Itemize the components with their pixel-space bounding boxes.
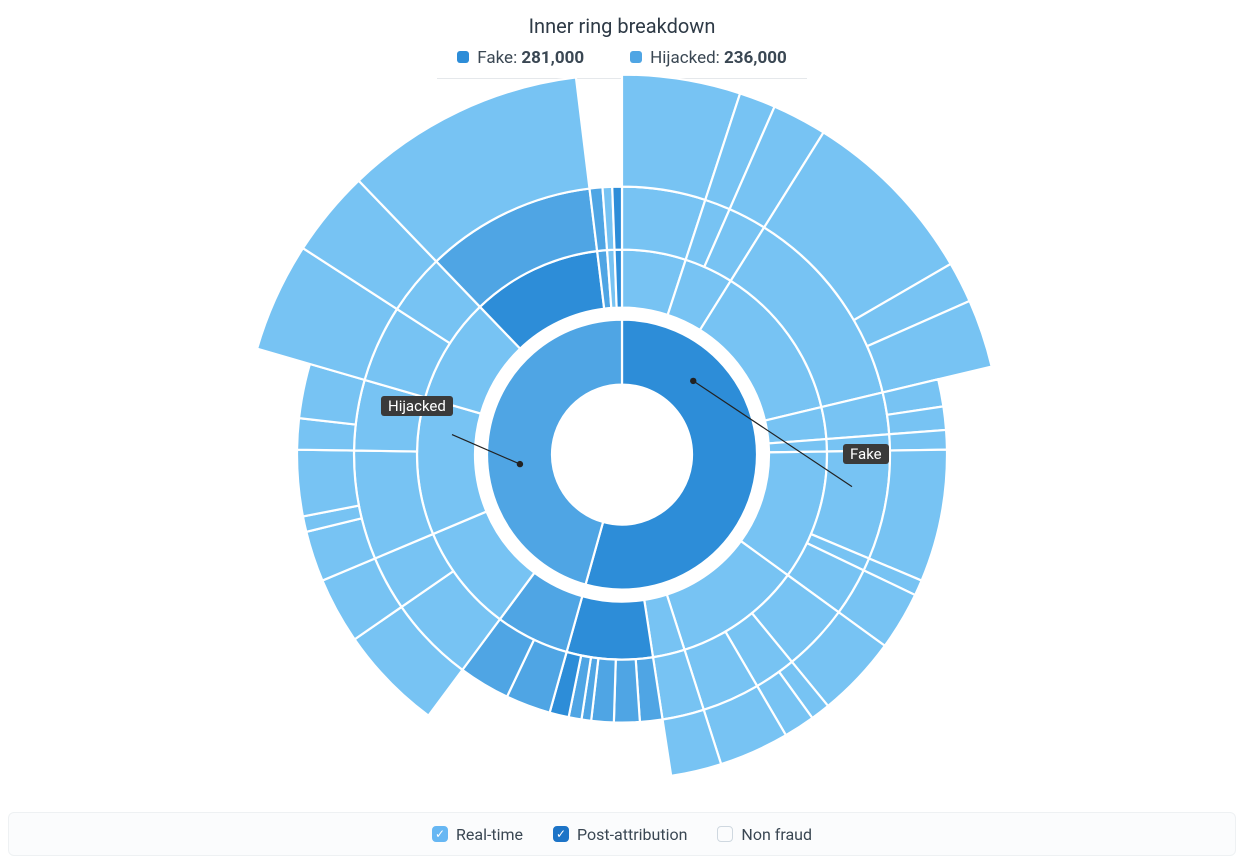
checkbox-icon <box>717 826 733 842</box>
filter-post-attribution[interactable]: ✓ Post-attribution <box>553 825 687 844</box>
sunburst-segment[interactable] <box>417 397 486 534</box>
sunburst-segment[interactable] <box>297 450 359 517</box>
filter-realtime[interactable]: ✓ Real-time <box>432 825 523 844</box>
filter-nonfraud-label: Non fraud <box>741 825 812 844</box>
filter-bar: ✓ Real-time ✓ Post-attribution Non fraud <box>8 812 1236 856</box>
filter-non-fraud[interactable]: Non fraud <box>717 825 812 844</box>
checkbox-icon: ✓ <box>553 826 569 842</box>
callout-dot <box>690 378 696 384</box>
chart-title: Inner ring breakdown <box>0 0 1244 38</box>
filter-realtime-label: Real-time <box>456 825 523 844</box>
sunburst-chart[interactable] <box>212 45 1032 865</box>
sunburst-segment[interactable] <box>614 659 640 722</box>
filter-postattr-label: Post-attribution <box>577 825 687 844</box>
callout-dot <box>517 461 523 467</box>
checkbox-icon: ✓ <box>432 826 448 842</box>
sunburst-segment[interactable] <box>889 430 947 451</box>
sunburst-segment[interactable] <box>612 187 622 250</box>
sunburst-segment[interactable] <box>615 250 622 308</box>
